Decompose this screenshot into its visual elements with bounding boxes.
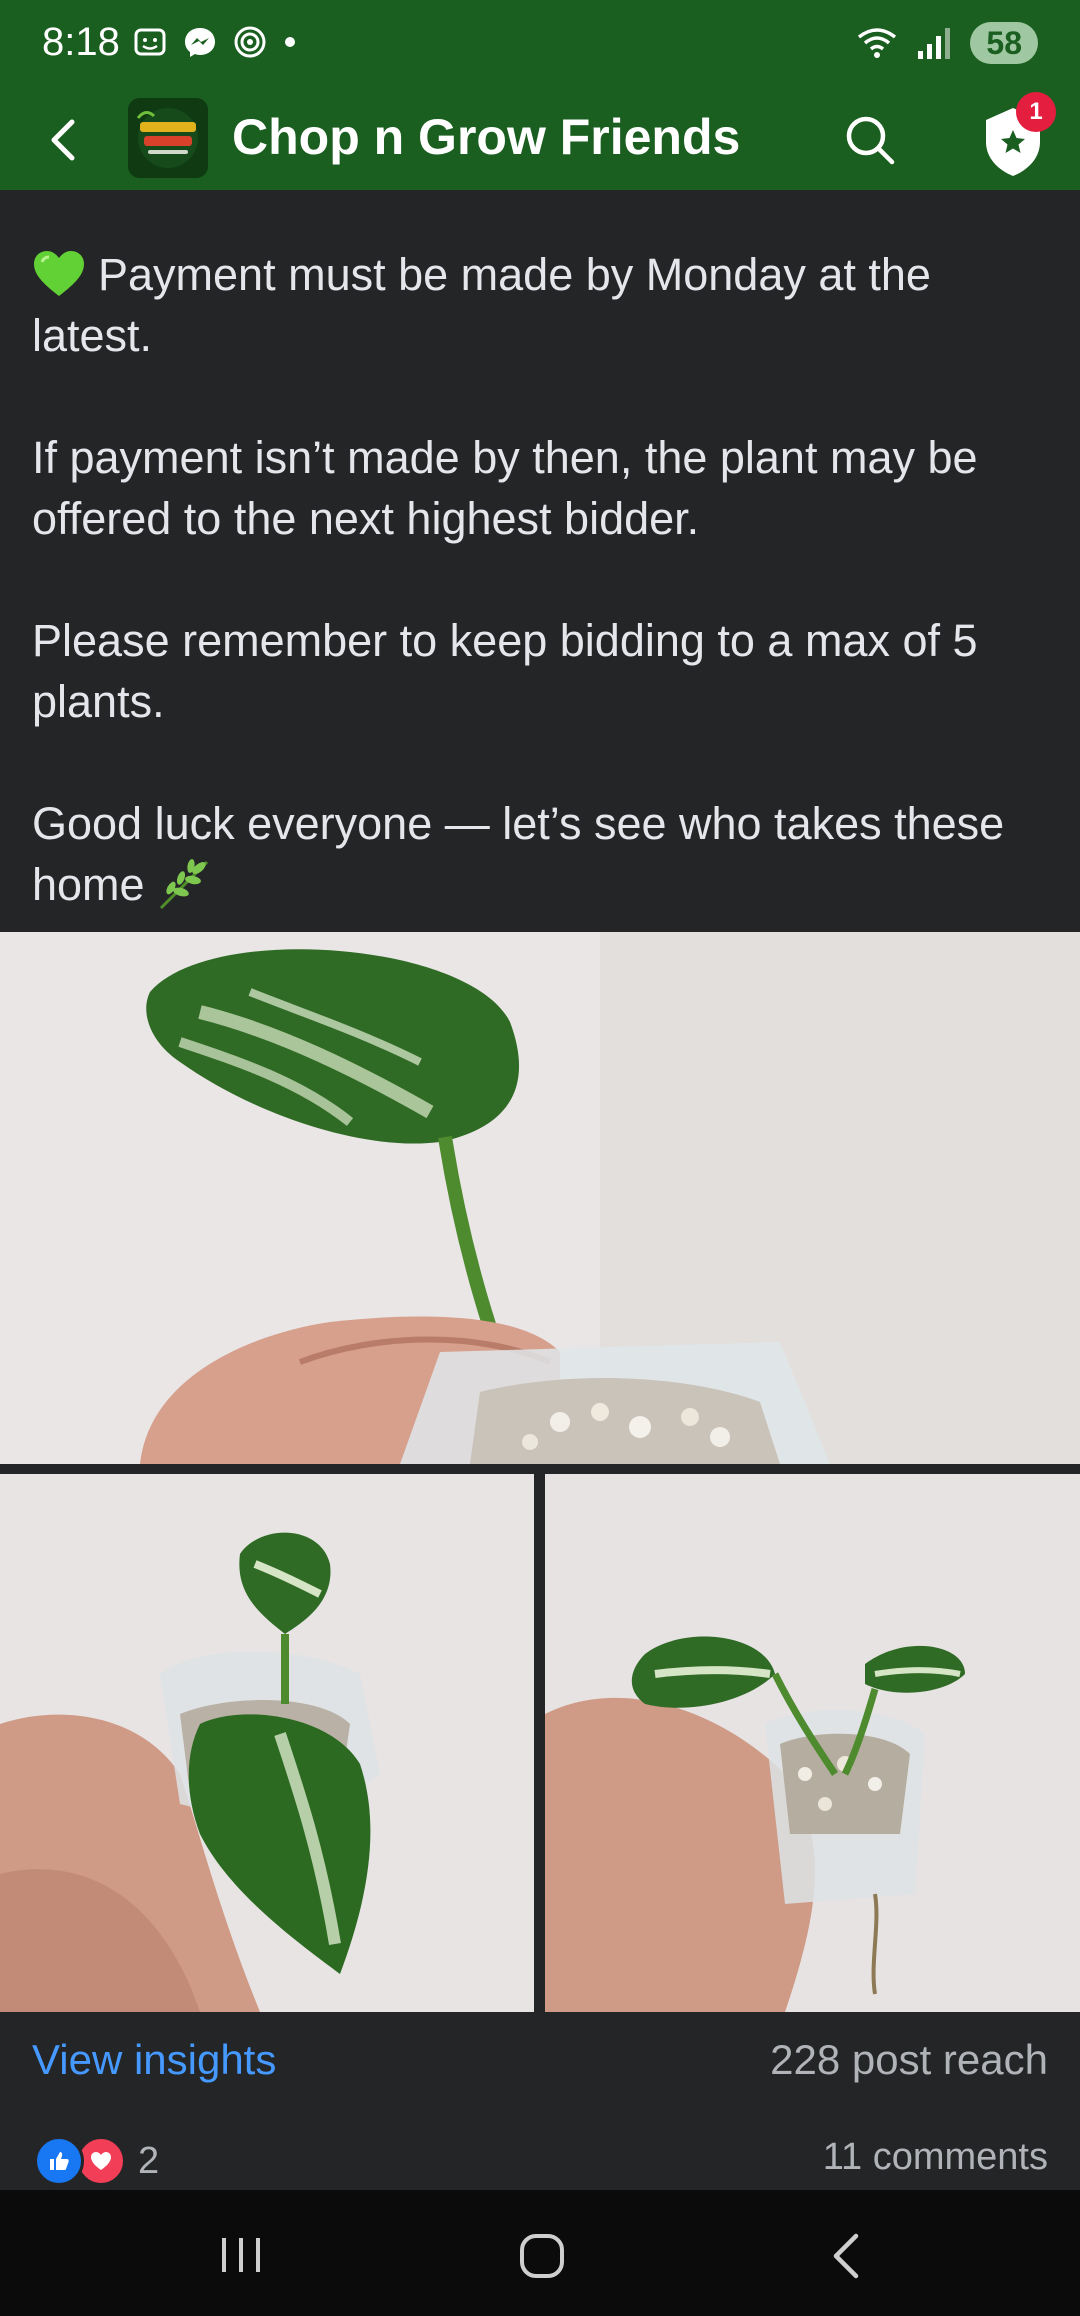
post-paragraph: If payment isn’t made by then, the plant… [32, 432, 978, 544]
post-paragraph: Good luck everyone — let’s see who takes… [32, 793, 1052, 915]
post-photo-secondary[interactable] [0, 1474, 534, 2012]
herb-sprig-icon [159, 859, 208, 910]
post-paragraph: Payment must be made by Monday at the la… [32, 244, 1052, 366]
post-photo-main[interactable] [0, 932, 1080, 1464]
status-time: 8:18 [42, 20, 120, 64]
app-header: Chop n Grow Friends 1 [0, 90, 1080, 190]
battery-indicator: 58 [970, 22, 1038, 64]
group-logo-image [128, 98, 208, 178]
reaction-count: 2 [138, 2139, 160, 2182]
nav-back-icon[interactable] [820, 2228, 876, 2284]
messenger-icon [185, 28, 215, 57]
post-body: Payment must be made by Monday at the la… [32, 244, 1052, 915]
green-heart-icon [34, 251, 84, 296]
notification-badge: 1 [1016, 92, 1056, 132]
like-reaction-icon [34, 2136, 84, 2186]
post-paragraph: Please remember to keep bidding to a max… [32, 615, 978, 727]
plant-photo-image [0, 1474, 534, 2012]
system-nav-bar [0, 2190, 1080, 2316]
group-avatar[interactable] [128, 98, 208, 178]
search-icon[interactable] [842, 112, 898, 168]
signal-icon [918, 28, 951, 59]
home-icon[interactable] [514, 2228, 570, 2284]
status-bar: 8:18 58 [0, 0, 1080, 90]
plant-photo-image [0, 932, 1080, 1464]
wifi-icon [858, 28, 897, 58]
back-arrow-icon[interactable] [38, 112, 94, 168]
view-insights-link[interactable]: View insights [32, 2036, 276, 2084]
group-title[interactable]: Chop n Grow Friends [232, 108, 740, 166]
post-photo-tertiary[interactable] [545, 1474, 1080, 2012]
status-icons-left [132, 24, 298, 60]
plant-photo-image [545, 1474, 1080, 2012]
screenshot-icon [134, 28, 166, 56]
post-reach-count: 228 post reach [770, 2036, 1048, 2083]
dot-icon [285, 37, 295, 47]
reactions-summary[interactable]: 2 [34, 2136, 159, 2186]
comments-count[interactable]: 11 comments [823, 2136, 1048, 2179]
status-icons-right: 58 [856, 22, 1038, 64]
threads-icon [234, 26, 266, 58]
recent-apps-icon[interactable] [216, 2230, 266, 2280]
post-paragraph-text: Payment must be made by Monday at the la… [32, 249, 931, 361]
